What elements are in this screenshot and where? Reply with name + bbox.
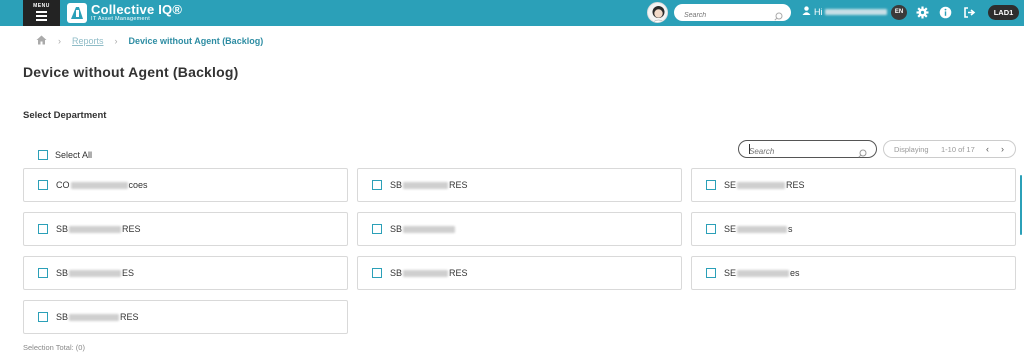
global-search[interactable] (674, 4, 791, 24)
department-name-end: s (788, 224, 793, 234)
department-item[interactable]: SB ES (23, 256, 348, 290)
hamburger-icon (36, 11, 47, 21)
breadcrumb-separator-icon: › (114, 36, 118, 46)
department-item[interactable]: CO coes (23, 168, 348, 202)
checkbox-icon[interactable] (706, 224, 716, 234)
department-name-start: SB (56, 224, 69, 234)
redacted-text (69, 313, 120, 321)
department-item[interactable]: SB RES (357, 256, 682, 290)
department-item[interactable]: SB (357, 212, 682, 246)
department-name-start: CO (56, 180, 70, 190)
logo-mark-icon (67, 3, 87, 23)
department-name-end: ES (122, 268, 135, 278)
chevron-right-icon[interactable]: › (1001, 144, 1004, 154)
global-search-input[interactable] (674, 7, 769, 24)
department-name-start: SE (724, 268, 737, 278)
redacted-text (403, 181, 449, 189)
department-item[interactable]: SE RES (691, 168, 1016, 202)
department-item[interactable]: SB RES (23, 300, 348, 334)
department-name-start: SB (390, 180, 403, 190)
app-logo[interactable]: Collective IQ® IT Asset Management (67, 2, 182, 24)
menu-label: MENU (33, 3, 50, 9)
breadcrumb-reports-link[interactable]: Reports (72, 36, 104, 46)
user-menu[interactable]: Hi (802, 6, 887, 17)
avatar[interactable] (647, 2, 668, 23)
department-item[interactable]: SB RES (357, 168, 682, 202)
department-item[interactable]: SE es (691, 256, 1016, 290)
gear-icon[interactable] (916, 6, 929, 19)
department-name-end: RES (120, 312, 139, 322)
info-icon[interactable] (939, 6, 952, 19)
department-name-end: RES (786, 180, 805, 190)
redacted-text (737, 269, 790, 277)
search-icon[interactable] (774, 8, 783, 26)
department-name-end: RES (449, 268, 468, 278)
department-name-start: SB (390, 224, 403, 234)
breadcrumb: › Reports › Device without Agent (Backlo… (36, 35, 263, 47)
redacted-user-name (824, 8, 887, 15)
site-badge[interactable]: LAD1 (988, 5, 1019, 20)
user-greeting: Hi (814, 6, 823, 17)
breadcrumb-current: Device without Agent (Backlog) (128, 36, 264, 46)
department-search-input[interactable] (739, 143, 849, 160)
pager-label: Displaying (894, 145, 929, 154)
logout-icon[interactable] (963, 6, 976, 19)
logo-title: Collective IQ® (91, 2, 183, 18)
checkbox-icon[interactable] (38, 268, 48, 278)
home-icon[interactable] (36, 35, 47, 47)
redacted-text (403, 269, 449, 277)
checkbox-icon[interactable] (706, 180, 716, 190)
selection-total: Selection Total: (0) (23, 343, 85, 352)
department-name-end: RES (449, 180, 468, 190)
checkbox-icon[interactable] (372, 180, 382, 190)
pager: Displaying 1-10 of 17 ‹ › (883, 140, 1016, 158)
top-bar: MENU Collective IQ® IT Asset Management (0, 0, 1024, 26)
redacted-text (737, 181, 786, 189)
department-name-start: SE (724, 224, 737, 234)
checkbox-icon[interactable] (38, 180, 48, 190)
department-item[interactable]: SE s (691, 212, 1016, 246)
menu-button[interactable]: MENU (23, 0, 60, 26)
checkbox-icon[interactable] (706, 268, 716, 278)
scrollbar[interactable] (1020, 175, 1022, 235)
checkbox-icon[interactable] (38, 224, 48, 234)
select-all-checkbox[interactable]: Select All (38, 150, 92, 160)
checkbox-icon[interactable] (372, 224, 382, 234)
checkbox-icon[interactable] (372, 268, 382, 278)
breadcrumb-separator-icon: › (58, 36, 61, 46)
checkbox-icon[interactable] (38, 150, 48, 160)
department-name-start: SB (56, 268, 69, 278)
department-name-end: es (790, 268, 800, 278)
redacted-text (69, 225, 122, 233)
select-all-label: Select All (55, 150, 93, 160)
text-cursor (749, 144, 750, 154)
checkbox-icon[interactable] (38, 312, 48, 322)
department-name-end: RES (122, 224, 141, 234)
search-icon[interactable] (858, 145, 867, 163)
page-title: Device without Agent (Backlog) (23, 64, 239, 80)
department-name-start: SB (56, 312, 69, 322)
department-name-start: SE (724, 180, 737, 190)
pager-range: 1-10 of 17 (941, 145, 975, 154)
department-search[interactable] (738, 140, 877, 160)
chevron-left-icon[interactable]: ‹ (986, 144, 989, 154)
department-name-end: coes (128, 180, 148, 190)
department-item[interactable]: SB RES (23, 212, 348, 246)
redacted-text (737, 225, 788, 233)
redacted-text (403, 225, 456, 233)
language-selector[interactable]: EN (891, 5, 907, 20)
redacted-text (70, 181, 128, 189)
logo-subtitle: IT Asset Management (91, 16, 151, 23)
department-name-start: SB (390, 268, 403, 278)
redacted-text (69, 269, 122, 277)
user-icon (802, 6, 811, 17)
section-title: Select Department (23, 110, 107, 121)
